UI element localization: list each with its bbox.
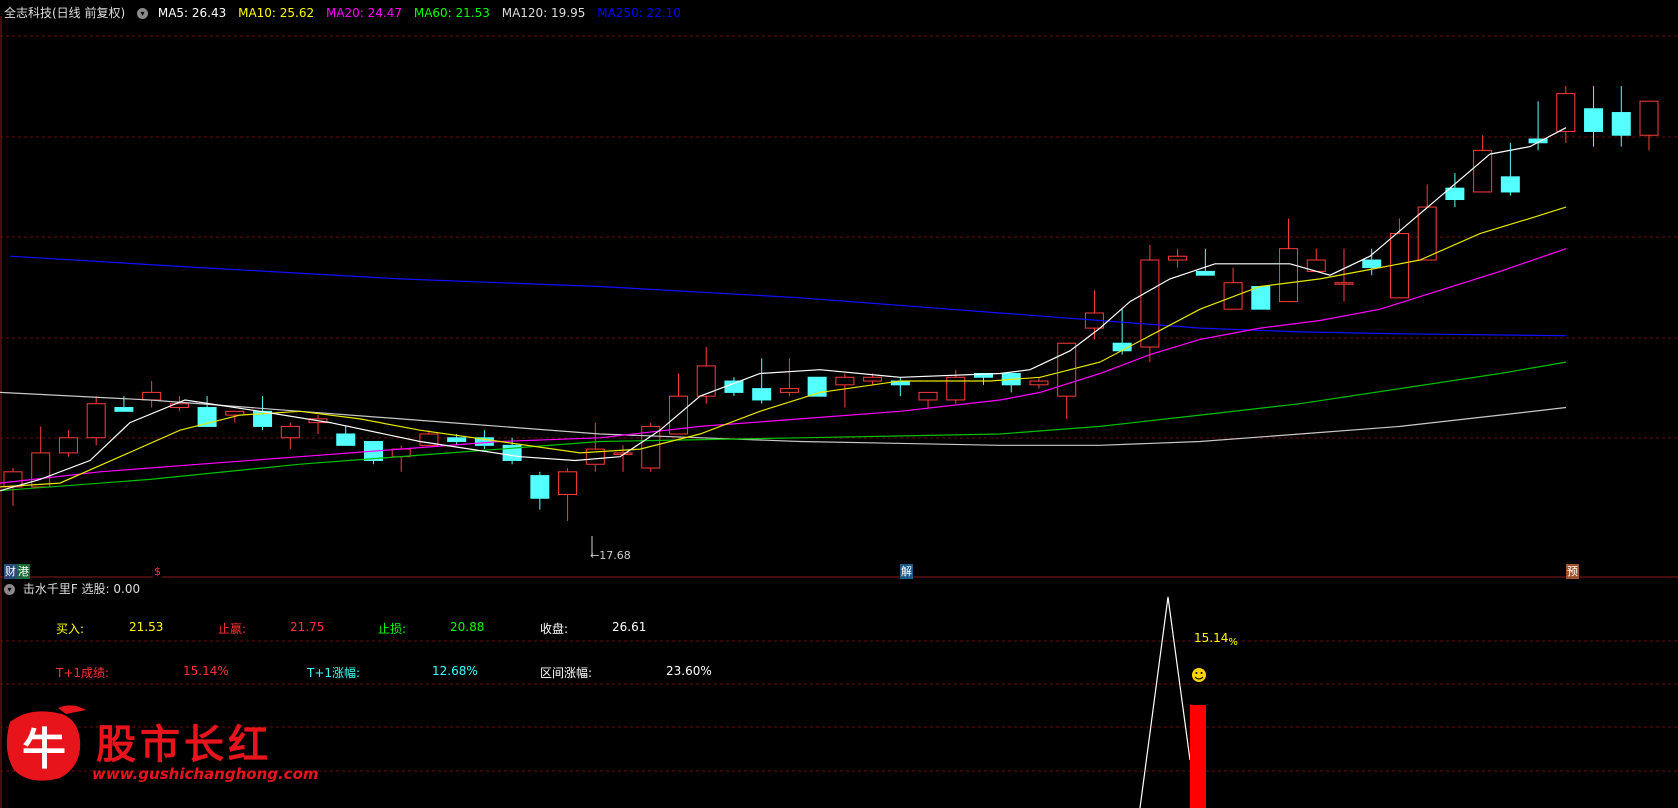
candle (1417, 206, 1437, 261)
signal-number: 15.14 (1194, 631, 1229, 645)
chevron-down-icon[interactable]: ▾ (4, 584, 15, 595)
t1-result-value: 15.14% (183, 664, 229, 678)
candle (558, 471, 578, 495)
candle (31, 452, 51, 488)
smiley-eye (1200, 672, 1203, 674)
watermark-name: 股市长红 (96, 721, 272, 768)
candle (280, 425, 300, 439)
candle (752, 388, 772, 401)
t1-result-label: T+1成绩: (56, 666, 110, 680)
chart-canvas[interactable] (0, 0, 1678, 808)
candle (1140, 259, 1160, 348)
ma5-label: MA5: 26.43 (157, 6, 227, 20)
indicator-name: 击水千里F 选股: 0.00 (22, 582, 141, 596)
stock-title: 全志科技(日线 前复权) (4, 6, 126, 20)
stop-loss-value: 20.88 (450, 620, 485, 634)
candle (336, 433, 356, 446)
take-profit-label: 止赢: (218, 622, 247, 636)
t1-change-value: 12.68% (432, 664, 478, 678)
candle (918, 391, 938, 401)
candle (1279, 248, 1299, 303)
t1-change-label: T+1涨幅: (307, 666, 361, 680)
close-label: 收盘: (540, 622, 569, 636)
ma60-line (0, 361, 1567, 492)
watermark-logo-icon: 牛 (6, 705, 86, 781)
candle (1611, 112, 1631, 136)
candle (1168, 255, 1188, 261)
candle (863, 376, 883, 382)
range-change-value: 23.60% (666, 664, 712, 678)
candle (530, 475, 550, 499)
candle (1473, 149, 1493, 193)
ma5-line (0, 127, 1567, 492)
take-profit-value: 21.75 (290, 620, 325, 634)
candle (1223, 282, 1243, 310)
candle (1362, 259, 1382, 269)
chevron-down-icon[interactable]: ▾ (137, 8, 149, 19)
event-tag-forecast[interactable]: 预 (1566, 564, 1579, 579)
signal-spike-line (1139, 596, 1191, 808)
candle (1500, 176, 1520, 193)
close-value: 26.61 (612, 620, 647, 634)
sub-panel-header: ▾ 击水千里F 选股: 0.00 (4, 580, 140, 597)
ma60-label: MA60: 21.53 (413, 6, 490, 20)
ma250-line (9, 255, 1567, 337)
ma250-label: MA250: 22.10 (597, 6, 681, 20)
smiley-eye (1195, 672, 1198, 674)
candle (86, 403, 106, 439)
candle (114, 407, 134, 412)
ma120-label: MA120: 19.95 (501, 6, 586, 20)
stop-loss-label: 止损: (378, 622, 407, 636)
candle (58, 437, 78, 454)
candle (779, 388, 799, 393)
ma20-line (0, 248, 1567, 484)
candle (142, 391, 162, 401)
ma10-label: MA10: 25.62 (238, 6, 315, 20)
svg-text:牛: 牛 (22, 724, 66, 775)
event-tag-unlock[interactable]: 解 (900, 564, 913, 579)
candle (1251, 286, 1271, 310)
range-change-label: 区间涨幅: (540, 666, 593, 680)
ma10-line (0, 206, 1567, 488)
candle (1057, 342, 1077, 397)
event-tag-finance[interactable]: 财 (4, 564, 17, 579)
signal-percent: % (1228, 637, 1238, 648)
candle (1195, 270, 1215, 276)
signal-value: 15.14% (1194, 631, 1238, 648)
candle (1029, 380, 1049, 386)
candle (1639, 100, 1659, 136)
ma20-label: MA20: 24.47 (325, 6, 403, 20)
smiley-icon (1192, 668, 1206, 682)
event-tag-dollar[interactable]: $ (153, 564, 162, 579)
signal-bar (1190, 705, 1206, 808)
watermark-url: www.gushichanghong.com (92, 765, 319, 783)
candle (1334, 282, 1354, 285)
candle (1584, 108, 1604, 132)
candle (835, 376, 855, 386)
buy-value: 21.53 (129, 620, 164, 634)
candle (447, 437, 467, 443)
candle (1556, 93, 1576, 132)
low-price-marker: ←17.68 (590, 549, 631, 562)
chart-header: 全志科技(日线 前复权) ▾ MA5: 26.43 MA10: 25.62 MA… (4, 4, 689, 21)
event-tag-hk[interactable]: 港 (17, 564, 30, 579)
buy-label: 买入: (56, 622, 85, 636)
